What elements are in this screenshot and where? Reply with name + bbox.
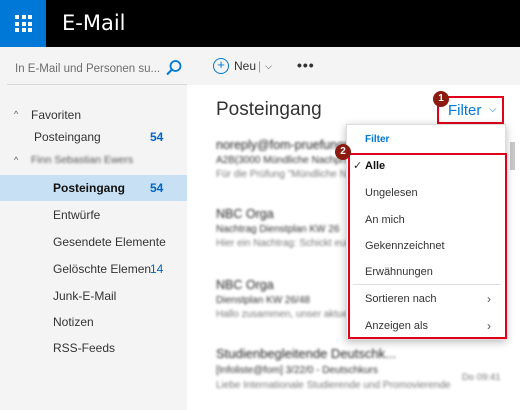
folder-pane: In E-Mail und Personen su... ^ Favoriten… [0, 47, 187, 410]
folder-label: Notizen [53, 315, 94, 329]
folder-label: Gesendete Elemente [53, 235, 166, 249]
folder-label: Entwürfe [53, 208, 101, 222]
app-title: E-Mail [62, 11, 126, 35]
annotation-marker-2: 2 [335, 144, 351, 160]
folder-label: RSS-Feeds [53, 341, 116, 355]
app-launcher-button[interactable] [0, 0, 46, 47]
folder-item-drafts[interactable]: Entwürfe [0, 202, 187, 228]
message-preview: Für die Prüfung "Mündliche Nachprüfung" [216, 169, 401, 180]
search-input[interactable]: In E-Mail und Personen su... [15, 63, 160, 75]
message-item[interactable]: Studienbegleitende Deutschk... [Infolist… [216, 346, 506, 391]
highlight-box [348, 153, 507, 339]
folder-item-notes[interactable]: Notizen [0, 309, 187, 335]
chevron-up-icon[interactable]: ^ [14, 155, 18, 165]
favorites-label: Favoriten [31, 108, 82, 122]
waffle-icon [15, 15, 32, 32]
command-bar: + Neu | ⌵ ••• [187, 47, 520, 85]
favorite-item-inbox[interactable]: Posteingang 54 [0, 124, 187, 150]
account-header[interactable]: ^ Finn Sebastian Ewers [0, 148, 187, 174]
plus-icon: + [213, 58, 229, 74]
message-item[interactable]: NBC Orga Dienstplan KW 26/48 Hallo zusam… [216, 278, 385, 320]
unread-count: 54 [150, 181, 164, 195]
annotation-marker-1: 1 [433, 91, 449, 107]
button-separator: | [258, 59, 262, 73]
message-subject: Dienstplan KW 26/48 [216, 295, 310, 306]
message-sender: Studienbegleitende Deutschk... [216, 346, 396, 361]
search-box[interactable]: In E-Mail und Personen su... [7, 53, 187, 85]
filter-dropdown: Filter ✓ Alle Ungelesen An mich Gekennze… [346, 124, 507, 340]
folder-label: Posteingang [34, 130, 101, 144]
dropdown-header: Filter [365, 134, 390, 145]
scrollbar[interactable] [510, 142, 515, 170]
chevron-up-icon[interactable]: ^ [14, 109, 18, 119]
folder-item-junk[interactable]: Junk-E-Mail [0, 283, 187, 309]
new-label: Neu [234, 59, 257, 73]
folder-item-sent[interactable]: Gesendete Elemente [0, 229, 187, 255]
unread-count: 14 [150, 262, 164, 276]
filter-label: Filter [448, 102, 482, 119]
page-title: Posteingang [216, 99, 322, 120]
unread-count: 54 [150, 130, 164, 144]
folder-item-inbox[interactable]: Posteingang 54 [0, 175, 187, 201]
folder-label: Junk-E-Mail [53, 289, 117, 303]
folder-label: Posteingang [53, 181, 126, 195]
folder-item-rss[interactable]: RSS-Feeds [0, 335, 187, 361]
account-name: Finn Sebastian Ewers [31, 154, 134, 166]
message-item[interactable]: noreply@fom-pruefungsamt A2B(3000 Mündli… [216, 138, 401, 180]
chevron-down-icon[interactable]: ⌵ [265, 61, 272, 72]
message-sender: NBC Orga [216, 207, 274, 221]
message-time: Do 09:41 [462, 372, 501, 383]
message-preview: Hier ein Nachtrag: Schickt euch bitte [216, 238, 378, 249]
chevron-down-icon: ⌵ [489, 104, 497, 115]
top-bar: E-Mail [0, 0, 520, 47]
folder-item-deleted[interactable]: Gelöschte Elemen 14 [0, 256, 187, 282]
message-subject: Nachtrag Dienstplan KW 26 [216, 224, 340, 235]
new-message-button[interactable]: + Neu | ⌵ [213, 56, 272, 76]
message-sender: NBC Orga [216, 278, 274, 292]
more-options-icon[interactable]: ••• [297, 57, 315, 73]
message-preview: Hallo zusammen, unser aktueller Plan [216, 309, 385, 320]
folder-label: Gelöschte Elemen [53, 262, 152, 276]
message-sender: noreply@fom-pruefungsamt [216, 138, 372, 152]
search-icon[interactable] [165, 59, 183, 77]
message-item[interactable]: NBC Orga Nachtrag Dienstplan KW 26 Hier … [216, 207, 378, 249]
message-subject: A2B(3000 Mündliche Nachprüfung [216, 155, 369, 166]
